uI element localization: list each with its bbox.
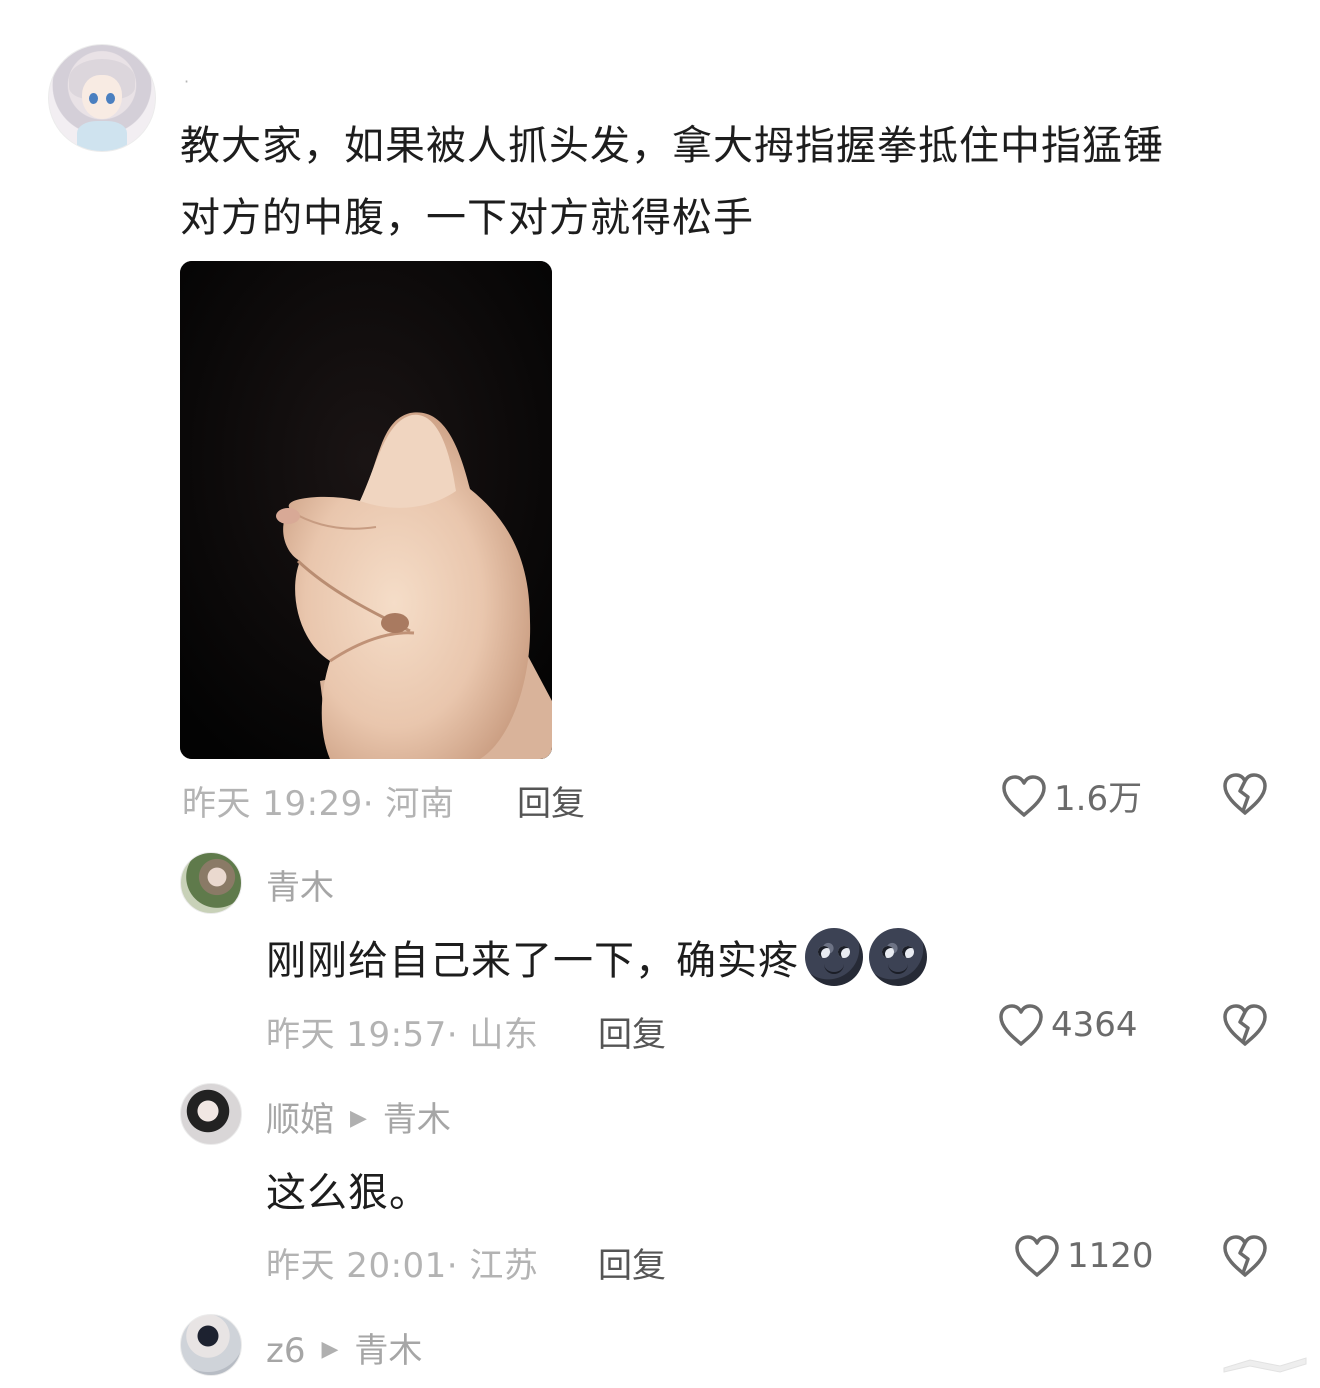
new-moon-face-emoji xyxy=(805,928,863,986)
avatar[interactable] xyxy=(48,44,156,152)
broken-heart-icon[interactable] xyxy=(1221,771,1269,817)
avatar-body xyxy=(77,121,127,151)
reply-username[interactable]: 顺婠 xyxy=(266,1100,334,1140)
like-button[interactable]: 1.6万 xyxy=(1000,771,1142,820)
broken-heart-icon[interactable] xyxy=(1221,1233,1269,1279)
like-count: 1120 xyxy=(1067,1236,1154,1276)
reply-meta: 昨天 19:57· 山东 xyxy=(266,1015,539,1055)
like-button[interactable]: 4364 xyxy=(997,1002,1138,1048)
reply-button[interactable]: 回复 xyxy=(598,1007,666,1056)
emoji-mouth xyxy=(824,964,844,974)
reply-meta: 昨天 20:01· 江苏 xyxy=(266,1246,539,1286)
avatar[interactable] xyxy=(180,852,242,914)
reply-to-username[interactable]: 青木 xyxy=(354,1331,422,1371)
heart-icon xyxy=(999,1004,1043,1046)
like-count: 4364 xyxy=(1051,1005,1138,1045)
reply-text: 这么狠。 xyxy=(266,1170,430,1216)
reply-to-username[interactable]: 青木 xyxy=(383,1100,451,1140)
heart-icon xyxy=(1015,1235,1059,1277)
comment-text: 教大家，如果被人抓头发，拿大拇指握拳抵住中指猛锤 对方的中腹，一下对方就得松手 xyxy=(180,110,1260,254)
avatar[interactable] xyxy=(180,1083,242,1145)
fist-photo xyxy=(180,261,552,759)
avatar[interactable] xyxy=(180,1314,242,1376)
username[interactable]: · xyxy=(184,72,189,91)
emoji-mouth xyxy=(888,964,908,974)
avatar-eye xyxy=(89,93,98,104)
watermark-logo xyxy=(1223,1357,1307,1373)
reply-text: 刚刚给自己来了一下，确实疼 xyxy=(266,928,927,992)
new-moon-face-emoji xyxy=(869,928,927,986)
like-count: 1.6万 xyxy=(1054,779,1143,819)
reply-username[interactable]: 青木 xyxy=(266,860,334,909)
like-button[interactable]: 1120 xyxy=(1013,1233,1154,1279)
comment-meta: 昨天 19:29· 河南 xyxy=(182,784,455,824)
reply-header: 顺婠 ▶ 青木 xyxy=(266,1092,451,1141)
heart-icon xyxy=(1002,774,1046,817)
play-arrow-icon: ▶ xyxy=(321,1337,339,1362)
reply-text-content: 刚刚给自己来了一下，确实疼 xyxy=(266,938,799,984)
comment-image[interactable] xyxy=(180,261,552,759)
reply-username[interactable]: z6 xyxy=(266,1331,305,1371)
reply-button[interactable]: 回复 xyxy=(598,1238,666,1287)
reply-header: z6 ▶ 青木 xyxy=(266,1323,422,1372)
avatar-eye xyxy=(106,93,115,104)
reply-button[interactable]: 回复 xyxy=(517,776,585,825)
avatar-face xyxy=(82,75,122,119)
comment-text-line: 教大家，如果被人抓头发，拿大拇指握拳抵住中指猛锤 xyxy=(180,123,1164,169)
comment-text-line: 对方的中腹，一下对方就得松手 xyxy=(180,195,754,241)
broken-heart-icon[interactable] xyxy=(1221,1002,1269,1048)
play-arrow-icon: ▶ xyxy=(350,1106,367,1131)
